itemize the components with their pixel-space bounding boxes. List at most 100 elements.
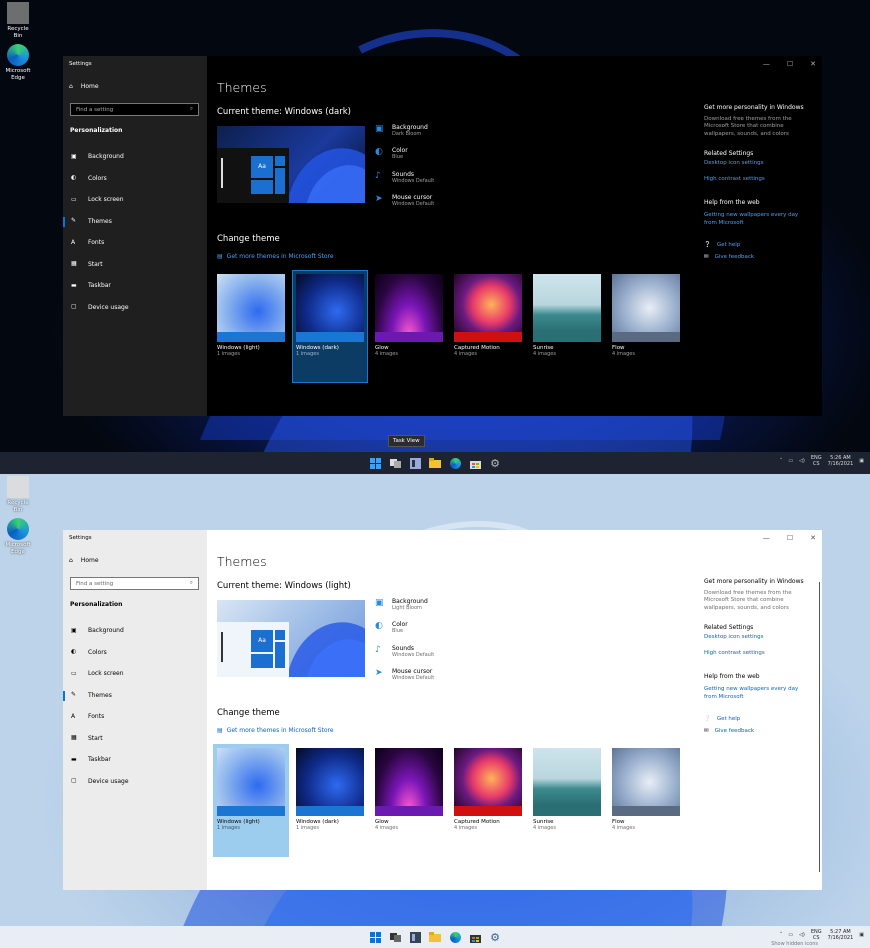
minimize-icon[interactable]: — [763,534,770,542]
high-contrast-settings-link[interactable]: High contrast settings [704,176,809,184]
language-indicator[interactable]: ENG CS [811,455,822,467]
store-button[interactable] [468,930,482,944]
nav-item-themes[interactable]: ✎ Themes [63,685,207,707]
theme-tile-captured-motion[interactable]: Captured Motion 4 images [454,274,522,357]
volume-icon[interactable]: ◁) [799,932,805,938]
nav-item-start[interactable]: ▦ Start [63,728,207,750]
give-feedback-link[interactable]: Give feedback [715,254,754,262]
store-button[interactable] [468,456,482,470]
file-explorer-button[interactable] [428,930,442,944]
give-feedback-link[interactable]: Give feedback [715,728,754,736]
start-button[interactable] [368,930,382,944]
desktop-icon-settings-link[interactable]: Desktop icon settings [704,160,809,168]
related-settings-heading: Related Settings [704,150,754,157]
high-contrast-settings-link[interactable]: High contrast settings [704,650,809,658]
nav-item-device-usage[interactable]: ▢ Device usage [63,771,207,793]
nav-item-colors[interactable]: ◐ Colors [63,642,207,664]
scrollbar[interactable] [819,582,820,872]
nav-item-lock-screen[interactable]: ▭ Lock screen [63,189,207,211]
wallpapers-help-link[interactable]: Getting new wallpapers every day from Mi… [704,686,809,701]
prop-mouse-cursor[interactable]: ➤ Mouse cursor Windows Default [375,668,515,691]
prop-mouse-cursor[interactable]: ➤ Mouse cursor Windows Default [375,194,515,217]
theme-tile-glow[interactable]: Glow 4 images [375,274,443,357]
get-help-row[interactable]: ❔ Get help [704,242,809,250]
nav-item-fonts[interactable]: A Fonts [63,232,207,254]
prop-sounds[interactable]: ♪ Sounds Windows Default [375,171,515,194]
nav-item-background[interactable]: ▣ Background [63,620,207,642]
chevron-up-icon[interactable]: ˄ [780,458,783,464]
theme-tile-flow[interactable]: Flow 4 images [612,748,680,831]
current-theme-heading: Current theme: Windows (dark) [217,107,351,117]
theme-tile-windows-light[interactable]: Windows (light) 1 images [213,744,289,857]
edge-desktop-icon[interactable]: Microsoft Edge [4,44,32,82]
settings-taskbar-button[interactable]: ⚙ [488,930,502,944]
edge-icon [449,931,461,943]
nav-home[interactable]: ⌂ Home [69,557,99,564]
wallpapers-help-link[interactable]: Getting new wallpapers every day from Mi… [704,212,809,227]
nav-item-themes[interactable]: ✎ Themes [63,211,207,233]
clock[interactable]: 5:27 AM 7/16/2021 [828,929,854,941]
nav-item-lock-screen[interactable]: ▭ Lock screen [63,663,207,685]
maximize-icon[interactable]: ☐ [787,534,793,542]
theme-tile-captured-motion[interactable]: Captured Motion 4 images [454,748,522,831]
close-icon[interactable]: ✕ [810,534,816,542]
language-indicator[interactable]: ENG CS [811,929,822,941]
recycle-bin-desktop-icon[interactable]: Recycle Bin [4,476,32,514]
notification-icon[interactable]: ▣ [859,458,864,464]
theme-tile-windows-light[interactable]: Windows (light) 1 images [217,274,285,357]
file-explorer-button[interactable] [428,456,442,470]
get-help-row[interactable]: ❔ Get help [704,716,809,724]
nav-item-label: Device usage [88,777,129,785]
minimize-icon[interactable]: — [763,60,770,68]
search-input[interactable]: Find a setting ⌕ [70,577,199,590]
maximize-icon[interactable]: ☐ [787,60,793,68]
theme-tile-sunrise[interactable]: Sunrise 4 images [533,274,601,357]
edge-desktop-icon[interactable]: Microsoft Edge [4,518,32,556]
nav-item-device-usage[interactable]: ▢ Device usage [63,297,207,319]
give-feedback-row[interactable]: ✉ Give feedback [704,254,809,262]
nav-item-taskbar[interactable]: ▬ Taskbar [63,749,207,771]
widgets-button[interactable] [408,456,422,470]
nav-item-label: Colors [88,174,107,182]
theme-thumbnail [454,274,522,342]
prop-background[interactable]: ▣ Background Light Bloom [375,598,515,621]
settings-taskbar-button[interactable]: ⚙ [488,456,502,470]
desktop-icon-settings-link[interactable]: Desktop icon settings [704,634,809,642]
close-icon[interactable]: ✕ [810,60,816,68]
recycle-bin-desktop-icon[interactable]: Recycle Bin [4,2,32,40]
get-help-link[interactable]: Get help [717,242,740,250]
theme-tile-flow[interactable]: Flow 4 images [612,274,680,357]
nav-item-colors[interactable]: ◐ Colors [63,168,207,190]
nav-item-taskbar[interactable]: ▬ Taskbar [63,275,207,297]
prop-color[interactable]: ◐ Color Blue [375,621,515,644]
clock[interactable]: 5:26 AM 7/16/2021 [828,455,854,467]
start-button[interactable] [368,456,382,470]
search-input[interactable]: Find a setting ⌕ [70,103,199,116]
prop-sounds[interactable]: ♪ Sounds Windows Default [375,645,515,668]
edge-taskbar-button[interactable] [448,930,462,944]
nav-home[interactable]: ⌂ Home [69,83,99,90]
nav-item-start[interactable]: ▦ Start [63,254,207,276]
get-more-themes-link[interactable]: ▤ Get more themes in Microsoft Store [217,253,334,260]
network-icon[interactable]: ▭ [788,932,793,938]
prop-color[interactable]: ◐ Color Blue [375,147,515,170]
prop-background[interactable]: ▣ Background Dark Bloom [375,124,515,147]
theme-tile-windows-dark[interactable]: Windows (dark) 1 images [296,748,364,831]
feedback-icon: ✉ [704,727,709,734]
nav-item-background[interactable]: ▣ Background [63,146,207,168]
chevron-up-icon[interactable]: ˄ [780,932,783,938]
theme-tile-sunrise[interactable]: Sunrise 4 images [533,748,601,831]
network-icon[interactable]: ▭ [788,458,793,464]
task-view-button[interactable] [388,456,402,470]
theme-tile-windows-dark[interactable]: Windows (dark) 1 images [292,270,368,383]
give-feedback-row[interactable]: ✉ Give feedback [704,728,809,736]
theme-tile-glow[interactable]: Glow 4 images [375,748,443,831]
edge-taskbar-button[interactable] [448,456,462,470]
task-view-button[interactable] [388,930,402,944]
nav-item-fonts[interactable]: A Fonts [63,706,207,728]
volume-icon[interactable]: ◁) [799,458,805,464]
notification-icon[interactable]: ▣ [859,932,864,938]
widgets-button[interactable] [408,930,422,944]
get-more-themes-link[interactable]: ▤ Get more themes in Microsoft Store [217,727,334,734]
get-help-link[interactable]: Get help [717,716,740,724]
